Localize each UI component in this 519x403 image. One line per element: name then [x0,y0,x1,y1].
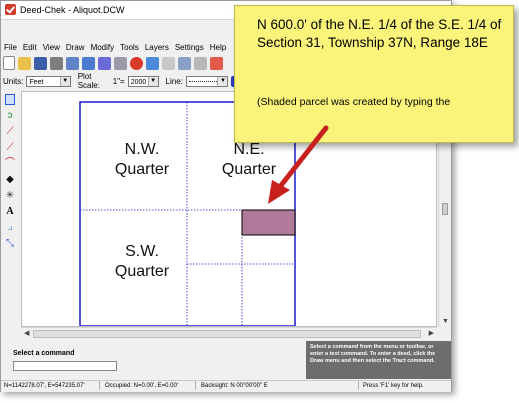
plot-scale-prefix: 1"= [112,76,125,86]
text-frame-icon[interactable] [5,94,15,105]
status-backsight: Backsight: N 00°00'00" E [201,383,268,389]
ne-quarter-line1: N.E. [233,141,265,158]
draw-toolbox: ↄ ⟋ ⟋ ⌒ ◆ ✳ A ⟓ ⤡ [3,94,17,249]
calc-icon[interactable] [114,56,127,70]
scroll-down-icon[interactable]: ▼ [442,317,449,327]
plot-scale-select[interactable]: 2000 ▼ [127,75,159,87]
menu-bar: File Edit View Draw Modify Tools Layers … [1,42,236,53]
status-separator [195,381,196,390]
polyline-icon[interactable]: ⟋ [5,142,15,153]
menu-modify[interactable]: Modify [91,42,115,53]
menu-view[interactable]: View [43,42,60,53]
scroll-left-icon[interactable]: ◀ [24,329,29,339]
horizontal-scroll-thumb[interactable] [33,330,421,338]
scroll-right-icon[interactable]: ▶ [429,329,434,339]
callout-description: N 600.0' of the N.E. 1/4 of the S.E. 1/4… [257,17,502,50]
plot-scale-label: Plot Scale: [77,72,100,90]
line-style-select[interactable]: ▼ [185,75,229,87]
chevron-down-icon: ▼ [59,76,70,86]
plot-scale-value: 2000 [130,78,147,86]
units-label: Units: [3,76,24,86]
units-value: Feet [29,78,44,86]
crosshair-icon[interactable]: ✳ [5,190,15,201]
menu-layers[interactable]: Layers [145,42,169,53]
chevron-down-icon: ▼ [217,76,228,86]
print-icon[interactable] [50,56,63,70]
status-coordinates: N=1142278.07', E=547235.07' [4,383,85,389]
settings-toolbar: Units: Feet ▼ Plot Scale: 1"= 2000 ▼ Lin… [3,72,240,90]
nw-quarter-line1: N.W. [124,141,160,158]
new-file-icon[interactable] [3,56,15,70]
sw-quarter-line2: Quarter [114,263,170,280]
line-label: Line: [165,76,183,86]
status-help: Press 'F1' key for help. [363,383,424,389]
pen-icon[interactable] [162,56,175,70]
grid-icon[interactable] [194,56,207,70]
status-separator [99,381,100,390]
app-icon [5,4,16,15]
paste-icon[interactable] [82,56,95,70]
open-folder-icon[interactable] [18,56,31,70]
chevron-down-icon: ▼ [147,76,158,86]
status-occupied: Occupied: N=0.00', E=0.00' [105,383,179,389]
copy-icon[interactable] [66,56,79,70]
status-bar: N=1142278.07', E=547235.07' Occupied: N=… [1,380,451,392]
tract-icon[interactable] [98,56,111,70]
curve-green-icon[interactable]: ↄ [5,110,15,121]
point-icon[interactable]: ◆ [5,174,15,185]
horizontal-scrollbar[interactable]: ◀ ▶ [21,327,437,339]
arc-icon[interactable]: ⌒ [5,158,15,169]
vertical-scroll-thumb[interactable] [442,203,448,215]
menu-help[interactable]: Help [210,42,226,53]
dimension-icon[interactable]: ⟓ [5,222,15,233]
menu-file[interactable]: File [4,42,17,53]
command-panel: Select a command [3,341,305,379]
window-title: Deed-Chek - Aliquot.DCW [20,5,125,15]
save-icon[interactable] [34,56,47,70]
units-select[interactable]: Feet ▼ [26,75,71,87]
status-separator [358,381,359,390]
measure-icon[interactable]: ⤡ [5,238,15,249]
sw-quarter-label: S.W. Quarter [92,242,192,282]
cancel-icon[interactable] [130,56,143,70]
nw-quarter-line2: Quarter [114,161,170,178]
ne-quarter-label: N.E. Quarter [199,140,299,180]
menu-edit[interactable]: Edit [23,42,37,53]
sw-quarter-line1: S.W. [125,243,159,260]
dotted-line-icon [188,81,221,83]
shaded-parcel [241,209,296,236]
undo-icon[interactable] [146,56,159,70]
menu-draw[interactable]: Draw [66,42,85,53]
menu-settings[interactable]: Settings [175,42,204,53]
ne-quarter-line2: Quarter [221,161,277,178]
command-input[interactable] [13,361,117,371]
nw-quarter-label: N.W. Quarter [92,140,192,180]
menu-tools[interactable]: Tools [120,42,139,53]
line-icon[interactable]: ⟋ [5,126,15,137]
report-icon[interactable] [178,56,191,70]
text-tool-icon[interactable]: A [5,206,15,217]
callout-footnote: (Shaded parcel was created by typing the [257,96,451,108]
command-label: Select a command [13,350,75,357]
callout-note: N 600.0' of the N.E. 1/4 of the S.E. 1/4… [234,5,514,143]
close-icon[interactable] [210,56,223,70]
command-help: Select a command from the menu or toolba… [306,341,451,379]
main-toolbar [3,55,233,71]
